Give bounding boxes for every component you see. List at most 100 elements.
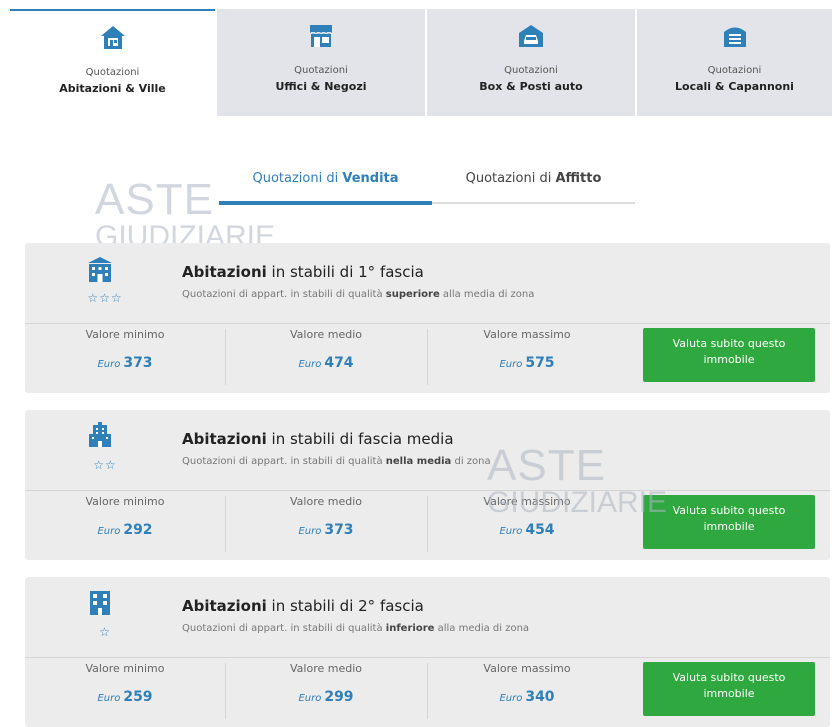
- house-icon: [100, 26, 125, 49]
- avg-value-cell: Valore medio Euro 373: [225, 490, 427, 560]
- title-rest: in stabili di 1° fascia: [266, 263, 424, 281]
- min-value: Euro 292: [25, 522, 225, 538]
- category-card-2nd: ☆ Abitazioni in stabili di 2° fascia Quo…: [25, 577, 830, 727]
- max-amount: 454: [525, 522, 555, 538]
- category-title: Abitazioni in stabili di fascia media: [182, 430, 454, 448]
- avg-value-cell: Valore medio Euro 299: [225, 657, 427, 727]
- sale-rent-tabs: Quotazioni di Vendita Quotazioni di Affi…: [219, 165, 635, 207]
- max-amount: 575: [525, 355, 555, 371]
- shop-icon: [310, 25, 332, 47]
- property-type-tabs: Quotazioni Abitazioni & Ville Quotazioni…: [10, 9, 832, 116]
- luxury-building-icon: [88, 257, 112, 282]
- tab-affitto[interactable]: Quotazioni di Affitto: [432, 165, 635, 205]
- max-value-label: Valore massimo: [483, 662, 571, 675]
- valuta-button[interactable]: Valuta subito questo immobile: [643, 328, 815, 382]
- desc-prefix: Quotazioni di appart. in stabili di qual…: [182, 456, 386, 467]
- office-building-icon: [89, 422, 111, 447]
- title-rest: in stabili di fascia media: [266, 430, 454, 448]
- category-title: Abitazioni in stabili di 2° fascia: [182, 597, 424, 615]
- tab-prefix: Quotazioni di: [252, 171, 343, 186]
- avg-amount: 373: [324, 522, 354, 538]
- tab-title: Quotazioni: [294, 65, 348, 76]
- quality-stars: ☆☆☆: [87, 291, 123, 305]
- category-card-1st: ☆☆☆ Abitazioni in stabili di 1° fascia Q…: [25, 243, 830, 393]
- quality-stars: ☆☆: [93, 458, 117, 472]
- currency-label: Euro: [499, 359, 523, 370]
- category-description: Quotazioni di appart. in stabili di qual…: [182, 289, 534, 300]
- title-bold: Abitazioni: [182, 597, 267, 615]
- valuta-button[interactable]: Valuta subito questo immobile: [643, 662, 815, 716]
- tab-subtitle: Box & Posti auto: [479, 80, 583, 93]
- min-value-label: Valore minimo: [85, 662, 165, 675]
- currency-label: Euro: [97, 359, 121, 370]
- avg-amount: 299: [324, 689, 354, 705]
- title-rest: in stabili di 2° fascia: [266, 597, 424, 615]
- avg-amount: 474: [324, 355, 354, 371]
- tab-title: Quotazioni: [504, 65, 558, 76]
- min-amount: 292: [123, 522, 153, 538]
- currency-label: Euro: [97, 526, 121, 537]
- category-description: Quotazioni di appart. in stabili di qual…: [182, 456, 491, 467]
- avg-value-label: Valore medio: [290, 328, 362, 341]
- tab-label: Vendita: [342, 171, 399, 186]
- min-value-cell: Valore minimo Euro 259: [25, 657, 225, 727]
- max-value-cell: Valore massimo Euro 454: [427, 490, 627, 560]
- valuta-button[interactable]: Valuta subito questo immobile: [643, 495, 815, 549]
- desc-prefix: Quotazioni di appart. in stabili di qual…: [182, 289, 386, 300]
- avg-value: Euro 373: [225, 522, 427, 538]
- desc-suffix: alla media di zona: [439, 289, 535, 300]
- max-value-label: Valore massimo: [483, 328, 571, 341]
- tab-locali-capannoni[interactable]: Quotazioni Locali & Capannoni: [637, 9, 832, 116]
- garage-car-icon: [519, 25, 543, 47]
- desc-bold: inferiore: [385, 623, 435, 634]
- max-value-cell: Valore massimo Euro 575: [427, 323, 627, 393]
- category-card-medium: ☆☆ Abitazioni in stabili di fascia media…: [25, 410, 830, 560]
- currency-label: Euro: [298, 359, 322, 370]
- max-value: Euro 575: [427, 355, 627, 371]
- tab-title: Quotazioni: [85, 67, 140, 78]
- avg-value: Euro 474: [225, 355, 427, 371]
- currency-label: Euro: [298, 693, 322, 704]
- desc-suffix: di zona: [451, 456, 491, 467]
- max-value: Euro 340: [427, 689, 627, 705]
- avg-value-label: Valore medio: [290, 495, 362, 508]
- tab-abitazioni-ville[interactable]: Quotazioni Abitazioni & Ville: [10, 9, 215, 116]
- min-amount: 373: [123, 355, 153, 371]
- min-value-cell: Valore minimo Euro 373: [25, 323, 225, 393]
- tab-vendita[interactable]: Quotazioni di Vendita: [219, 165, 432, 205]
- avg-value-label: Valore medio: [290, 662, 362, 675]
- desc-bold: superiore: [385, 289, 440, 300]
- title-bold: Abitazioni: [182, 263, 267, 281]
- tab-title: Quotazioni: [707, 65, 762, 76]
- min-value: Euro 259: [25, 689, 225, 705]
- tab-box-posti-auto[interactable]: Quotazioni Box & Posti auto: [427, 9, 635, 116]
- max-value-label: Valore massimo: [483, 495, 571, 508]
- max-value-cell: Valore massimo Euro 340: [427, 657, 627, 727]
- apartment-block-icon: [90, 591, 110, 615]
- min-amount: 259: [123, 689, 153, 705]
- title-bold: Abitazioni: [182, 430, 267, 448]
- tab-subtitle: Locali & Capannoni: [675, 80, 794, 93]
- desc-prefix: Quotazioni di appart. in stabili di qual…: [182, 623, 386, 634]
- desc-suffix: alla media di zona: [434, 623, 530, 634]
- currency-label: Euro: [499, 693, 523, 704]
- warehouse-icon: [723, 27, 746, 47]
- min-value-label: Valore minimo: [85, 328, 165, 341]
- currency-label: Euro: [298, 526, 322, 537]
- avg-value: Euro 299: [225, 689, 427, 705]
- tab-subtitle: Abitazioni & Ville: [59, 82, 166, 95]
- min-value-cell: Valore minimo Euro 292: [25, 490, 225, 560]
- category-title: Abitazioni in stabili di 1° fascia: [182, 263, 424, 281]
- desc-bold: nella media: [385, 456, 452, 467]
- tab-label: Affitto: [555, 171, 602, 186]
- currency-label: Euro: [97, 693, 121, 704]
- quality-stars: ☆: [99, 625, 111, 639]
- tab-uffici-negozi[interactable]: Quotazioni Uffici & Negozi: [217, 9, 425, 116]
- min-value: Euro 373: [25, 355, 225, 371]
- currency-label: Euro: [499, 526, 523, 537]
- max-value: Euro 454: [427, 522, 627, 538]
- min-value-label: Valore minimo: [85, 495, 165, 508]
- tab-subtitle: Uffici & Negozi: [275, 80, 367, 93]
- tab-prefix: Quotazioni di: [465, 171, 556, 186]
- category-description: Quotazioni di appart. in stabili di qual…: [182, 623, 529, 634]
